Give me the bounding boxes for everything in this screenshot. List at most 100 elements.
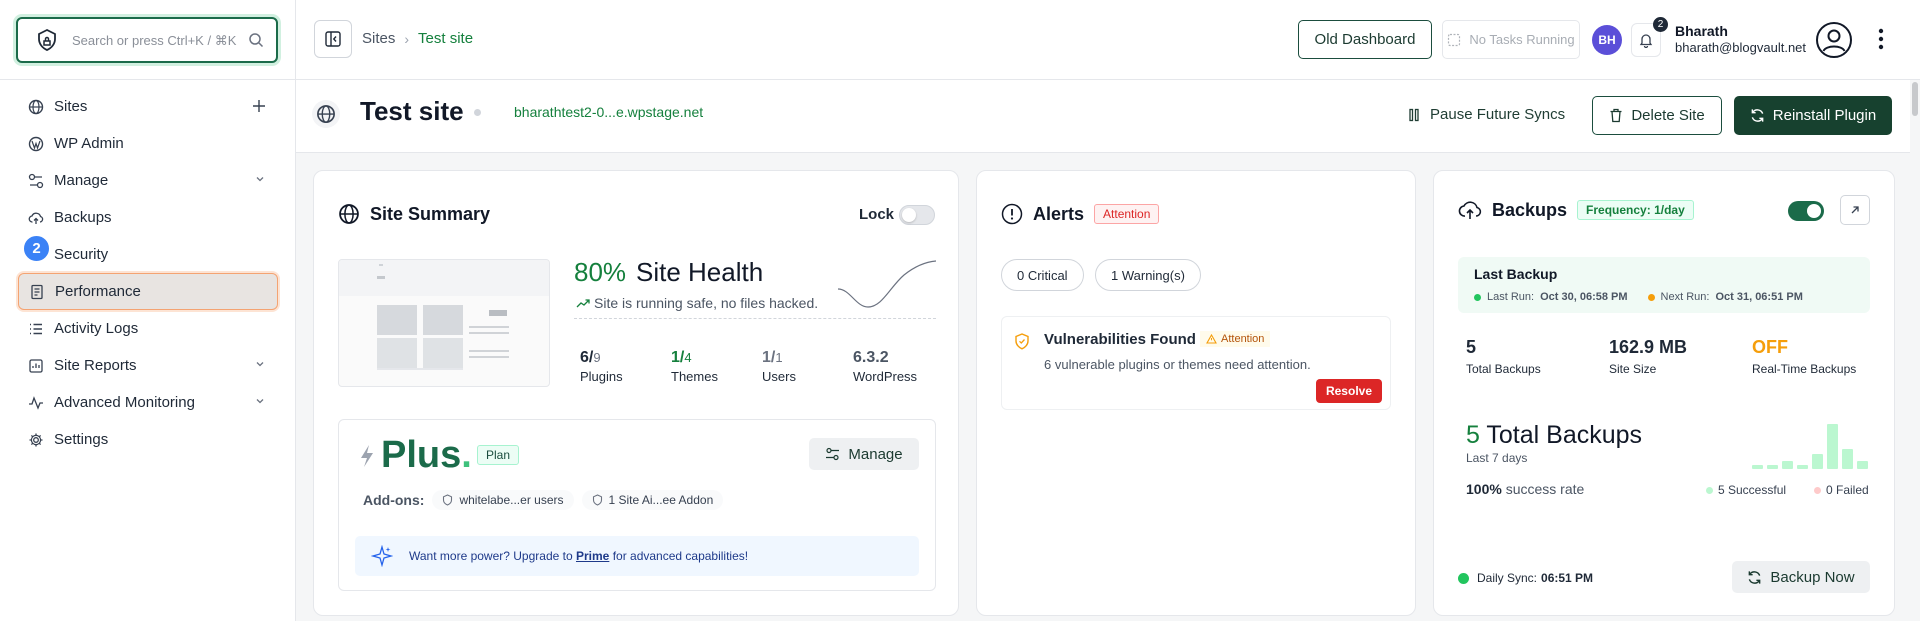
addon-label: 1 Site Ai...ee Addon	[608, 493, 714, 507]
shield-icon	[592, 494, 603, 506]
avatar[interactable]: BH	[1592, 25, 1622, 55]
sidebar-toggle-button[interactable]	[314, 20, 352, 58]
site-globe-icon	[312, 100, 340, 128]
plan-name: Plus	[381, 434, 462, 476]
stat-users-total: 1	[775, 350, 783, 365]
search-icon[interactable]	[248, 32, 264, 48]
sidebar-nav: Sites WP Admin Manage Backups Security P…	[18, 88, 278, 458]
backup-bar	[1752, 465, 1763, 469]
stat-themes-total: 4	[684, 350, 692, 365]
vulnerability-description: 6 vulnerable plugins or themes need atte…	[1044, 357, 1311, 372]
more-menu-icon[interactable]	[1878, 28, 1884, 50]
stat-label: Total Backups	[1466, 362, 1541, 376]
alerts-card: Alerts Attention 0 Critical 1 Warning(s)…	[976, 170, 1416, 616]
stat-wordpress[interactable]: 6.3.2 WordPress	[853, 349, 917, 384]
add-site-icon[interactable]	[252, 99, 266, 113]
chevron-down-icon[interactable]	[254, 358, 266, 370]
backup-now-button[interactable]: Backup Now	[1732, 561, 1870, 593]
user-name: Bharath	[1675, 23, 1728, 39]
breadcrumb-sites[interactable]: Sites	[362, 30, 395, 47]
resolve-button[interactable]: Resolve	[1315, 379, 1382, 403]
search-box[interactable]	[16, 17, 278, 63]
sidebar-item-settings[interactable]: Settings	[18, 421, 278, 458]
chevron-down-icon[interactable]	[254, 173, 266, 185]
site-thumbnail	[338, 259, 550, 387]
critical-pill[interactable]: 0 Critical	[1001, 259, 1084, 291]
addon-chip[interactable]: whitelabe...er users	[432, 490, 574, 510]
site-url-link[interactable]: bharathtest2-0...e.wpstage.net	[514, 104, 703, 120]
sidebar-item-manage[interactable]: Manage	[18, 162, 278, 199]
health-label: Site Health	[636, 257, 764, 287]
backup-bar	[1842, 449, 1853, 469]
stat-themes-label: Themes	[671, 369, 718, 384]
search-input[interactable]	[72, 32, 252, 48]
lock-label: Lock	[859, 206, 895, 223]
addons-label: Add-ons:	[363, 492, 425, 508]
pause-syncs-button[interactable]: Pause Future Syncs	[1408, 106, 1565, 123]
stat-plugins[interactable]: 6/9 Plugins	[580, 349, 623, 384]
sidebar-item-sites[interactable]: Sites	[18, 88, 278, 125]
sidebar-item-label: Settings	[54, 431, 109, 448]
cloud-upload-icon	[1458, 199, 1482, 221]
backup-bar	[1857, 461, 1868, 469]
sidebar-item-activity-logs[interactable]: Activity Logs	[18, 310, 278, 347]
sidebar-item-performance[interactable]: Performance	[18, 273, 278, 310]
sidebar-item-backups[interactable]: Backups	[18, 199, 278, 236]
sidebar-item-site-reports[interactable]: Site Reports	[18, 347, 278, 384]
vulnerability-title: Vulnerabilities Found	[1044, 331, 1196, 348]
page-title: Test site	[360, 96, 464, 126]
health-sparkline	[838, 259, 936, 317]
sidebar-item-label: Sites	[54, 98, 88, 115]
vulnerability-badge: Attention	[1200, 331, 1271, 347]
stat-label: Site Size	[1609, 362, 1657, 376]
backups-title: Backups	[1492, 199, 1568, 220]
stat-themes[interactable]: 1/4 Themes	[671, 349, 718, 384]
lock-toggle[interactable]	[899, 205, 935, 225]
upgrade-text: Want more power? Upgrade to Prime for ad…	[409, 549, 749, 563]
performance-icon	[29, 284, 45, 300]
backup-bar	[1782, 461, 1793, 469]
sidebar-item-advanced-monitoring[interactable]: Advanced Monitoring	[18, 384, 278, 421]
open-backups-button[interactable]	[1840, 195, 1870, 225]
sidebar-item-security[interactable]: Security	[18, 236, 278, 273]
refresh-icon	[1747, 570, 1762, 585]
prime-link[interactable]: Prime	[576, 549, 609, 563]
tasks-status[interactable]: No Tasks Running	[1442, 20, 1580, 59]
delete-site-button[interactable]: Delete Site	[1592, 96, 1722, 135]
warnings-pill[interactable]: 1 Warning(s)	[1095, 259, 1201, 291]
health-percentage: 80%	[574, 257, 627, 287]
backups-toggle[interactable]	[1788, 201, 1824, 221]
globe-icon	[28, 99, 44, 115]
frequency-badge: Frequency: 1/day	[1577, 200, 1694, 220]
plan-name-dot: .	[461, 434, 472, 476]
chevron-down-icon[interactable]	[254, 395, 266, 407]
reinstall-plugin-button[interactable]: Reinstall Plugin	[1734, 96, 1892, 135]
sidebar: Sites WP Admin Manage Backups Security P…	[0, 0, 296, 621]
sync-time: 06:51 PM	[1541, 571, 1594, 585]
old-dashboard-button[interactable]: Old Dashboard	[1298, 20, 1432, 59]
shield-warning-icon	[1014, 333, 1030, 350]
manage-icon	[28, 173, 44, 189]
success-dot	[1474, 293, 1481, 301]
reinstall-label: Reinstall Plugin	[1772, 107, 1877, 124]
scrollbar-thumb[interactable]	[1912, 82, 1918, 116]
user-profile-icon[interactable]	[1815, 21, 1853, 59]
addon-chip[interactable]: 1 Site Ai...ee Addon	[581, 490, 724, 510]
external-link-icon	[1849, 204, 1861, 216]
daily-sync: Daily Sync: 06:51 PM	[1458, 571, 1593, 585]
sidebar-item-label: WP Admin	[54, 135, 124, 152]
attention-badge: Attention	[1094, 204, 1160, 224]
stat-wordpress-label: WordPress	[853, 369, 918, 384]
failed-swatch	[1814, 486, 1821, 494]
stat-users[interactable]: 1/1 Users	[762, 349, 796, 384]
bolt-icon	[359, 444, 375, 468]
sidebar-item-label: Site Reports	[54, 357, 137, 374]
scrollbar[interactable]	[1910, 80, 1920, 621]
sidebar-item-wp-admin[interactable]: WP Admin	[18, 125, 278, 162]
backup-bar-chart	[1752, 419, 1870, 469]
activity-icon	[28, 395, 44, 411]
stat-label: Real-Time Backups	[1752, 362, 1857, 376]
last-backup-meta: Last Run: Oct 30, 06:58 PM Next Run: Oct…	[1474, 291, 1803, 303]
manage-plan-button[interactable]: Manage	[809, 438, 919, 470]
stat-total-backups: 5 Total Backups	[1466, 337, 1541, 376]
